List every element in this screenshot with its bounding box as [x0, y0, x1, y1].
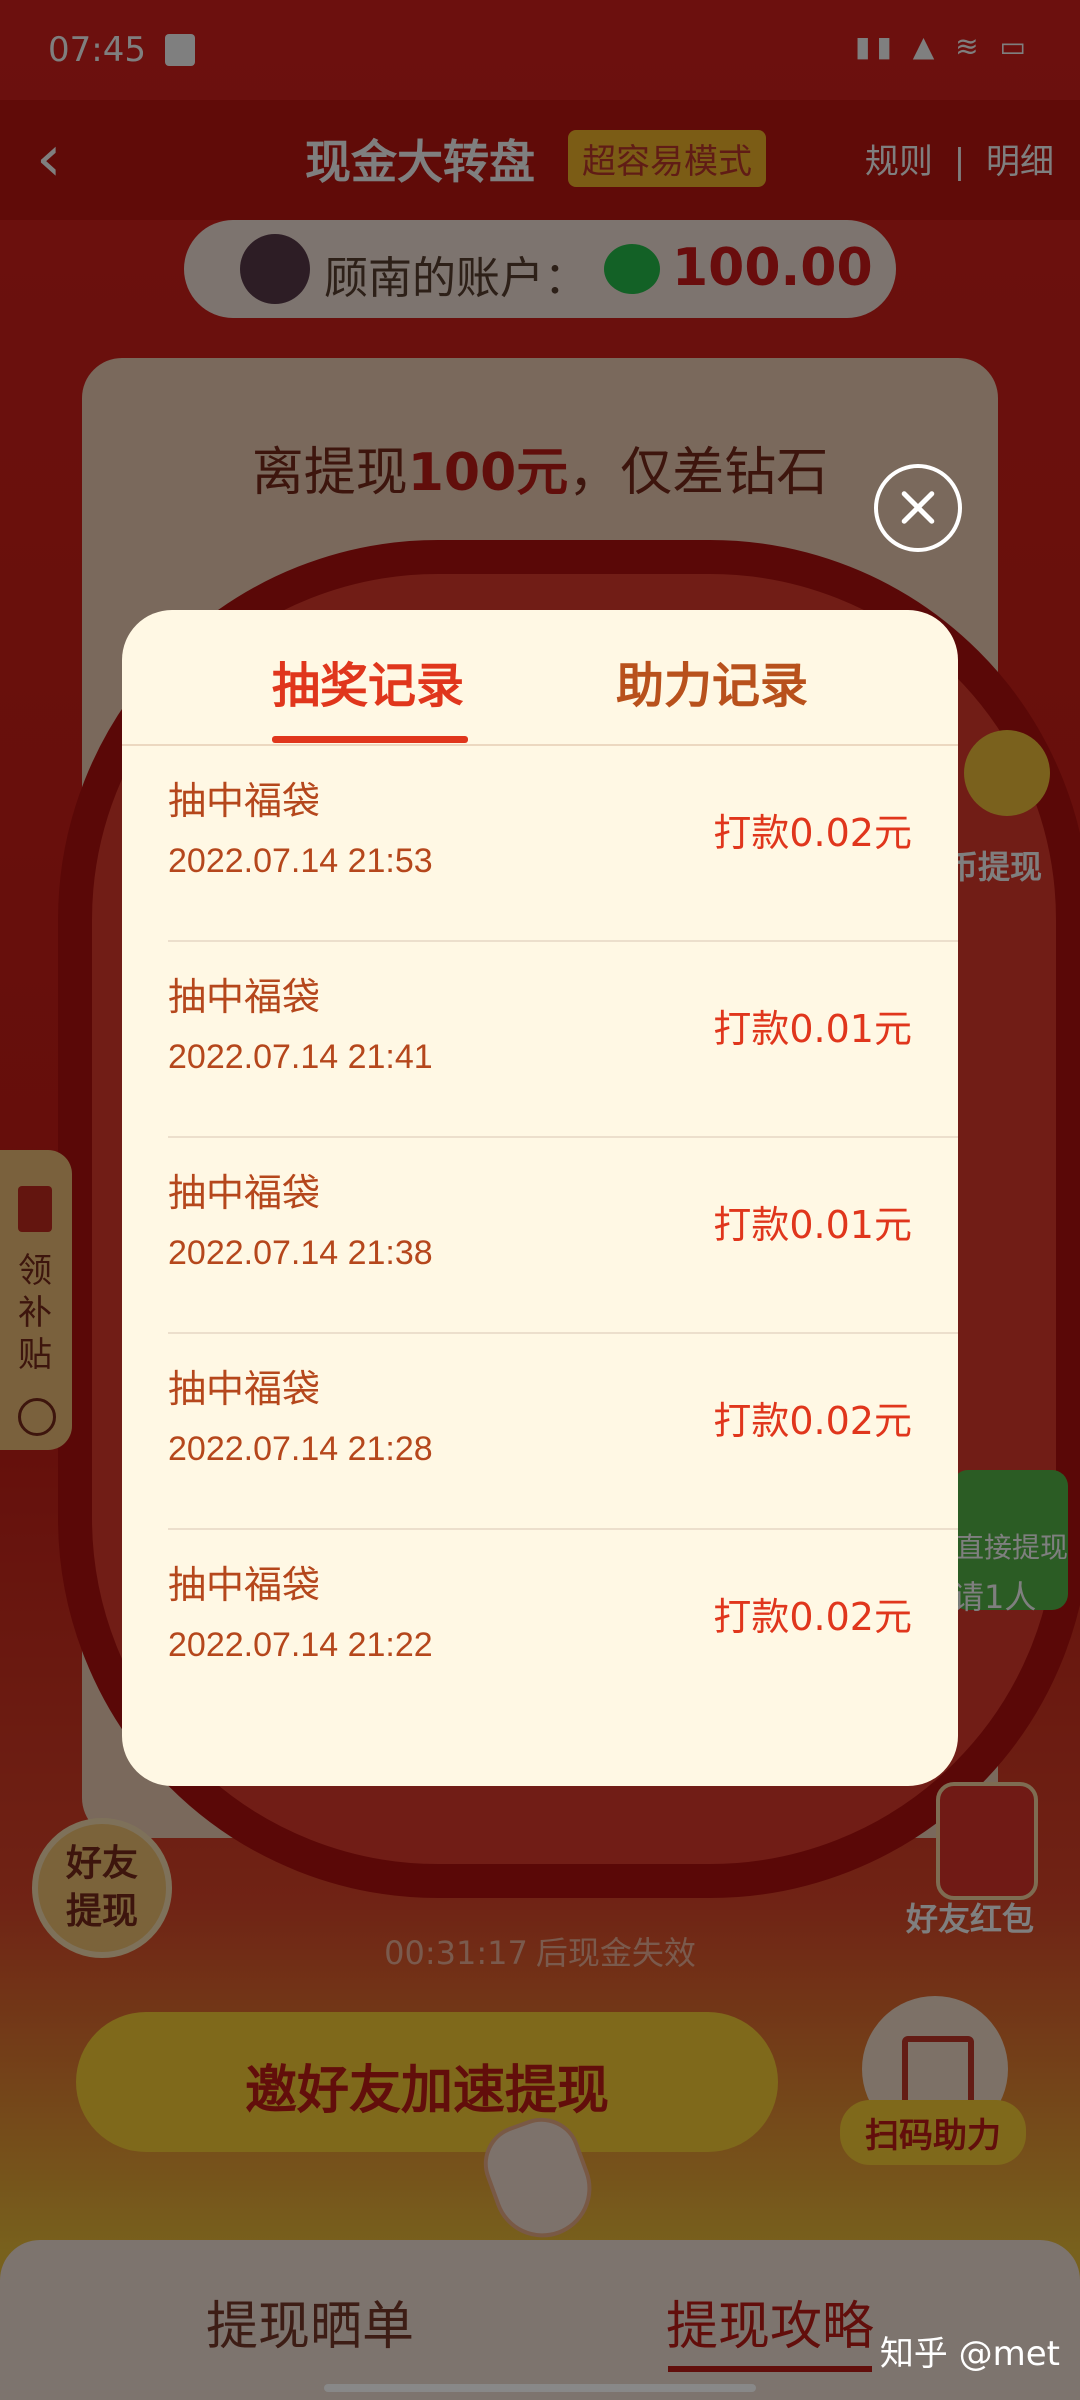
record-time: 2022.07.14 21:53 — [168, 842, 433, 880]
record-amount: 打款0.01元 — [713, 1203, 912, 1247]
close-icon[interactable] — [874, 464, 962, 552]
record-amount: 打款0.01元 — [713, 1007, 912, 1051]
record-title: 抽中福袋 — [168, 779, 321, 823]
record-title: 抽中福袋 — [168, 1171, 321, 1215]
record-amount: 打款0.02元 — [713, 1399, 912, 1443]
tab-lottery-records[interactable]: 抽奖记录 — [272, 646, 464, 716]
record-title: 抽中福袋 — [168, 1563, 321, 1607]
list-item: 抽中福袋 2022.07.14 21:22 打款0.02元 — [168, 1530, 958, 1724]
home-indicator[interactable] — [324, 2384, 756, 2392]
record-amount: 打款0.02元 — [713, 811, 912, 855]
list-item: 抽中福袋 2022.07.14 21:28 打款0.02元 — [168, 1334, 958, 1530]
record-time: 2022.07.14 21:28 — [168, 1430, 433, 1468]
record-time: 2022.07.14 21:38 — [168, 1234, 433, 1272]
active-tab-underline — [272, 736, 468, 743]
list-item: 抽中福袋 2022.07.14 21:41 打款0.01元 — [168, 942, 958, 1138]
records-list: 抽中福袋 2022.07.14 21:53 打款0.02元 抽中福袋 2022.… — [168, 746, 958, 1724]
record-time: 2022.07.14 21:41 — [168, 1038, 433, 1076]
watermark: 知乎 @met — [879, 2334, 1060, 2374]
record-amount: 打款0.02元 — [713, 1595, 912, 1639]
list-item: 抽中福袋 2022.07.14 21:38 打款0.01元 — [168, 1138, 958, 1334]
record-title: 抽中福袋 — [168, 975, 321, 1019]
record-time: 2022.07.14 21:22 — [168, 1626, 433, 1664]
tab-assist-records[interactable]: 助力记录 — [616, 646, 808, 716]
record-title: 抽中福袋 — [168, 1367, 321, 1411]
list-item: 抽中福袋 2022.07.14 21:53 打款0.02元 — [168, 746, 958, 942]
records-modal: 抽奖记录 助力记录 抽中福袋 2022.07.14 21:53 打款0.02元 … — [122, 610, 958, 1786]
